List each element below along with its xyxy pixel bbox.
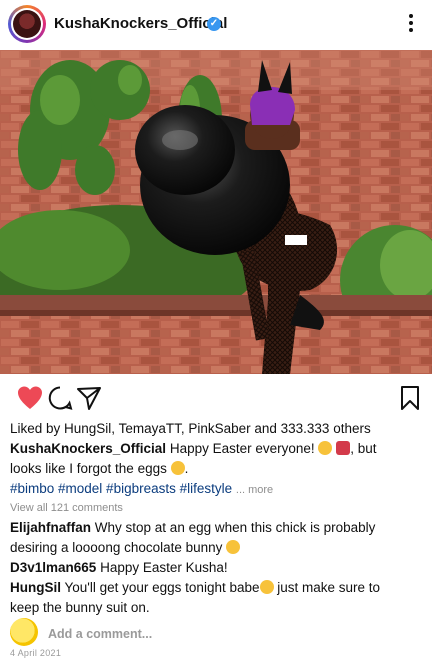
caption-line-1: KushaKnockers_Official Happy Easter ever…: [10, 441, 376, 456]
like-heart-icon[interactable]: [16, 384, 44, 412]
comment-username[interactable]: D3v1lman665: [10, 560, 96, 575]
caption-line-2: looks like I forgot the eggs .: [10, 461, 189, 476]
profile-avatar[interactable]: [8, 5, 46, 43]
post-image[interactable]: [0, 50, 432, 374]
wink-emoji-icon: [259, 580, 274, 594]
caption-text: Happy Easter everyone!: [169, 441, 315, 456]
hashtags-line: #bimbo #model #bigbreasts #lifestyle ...…: [10, 481, 273, 496]
post-header: KushaKnockers_Official ✓: [0, 0, 432, 50]
verified-badge-icon: ✓: [207, 17, 221, 31]
post-username[interactable]: KushaKnockers_Official: [54, 15, 227, 32]
comment-username[interactable]: HungSil: [10, 580, 61, 595]
comment-text: Happy Easter Kusha!: [100, 560, 228, 575]
caption-text-end: , but: [350, 441, 377, 456]
comment-3-line-2: keep the bunny suit on.: [10, 600, 150, 615]
comment-text: You'll get your eggs tonight babe: [64, 580, 260, 595]
likes-summary[interactable]: Liked by HungSil, TemayaTT, PinkSaber an…: [10, 421, 371, 436]
kiss-emoji-icon: [226, 540, 241, 554]
share-send-icon[interactable]: [75, 384, 103, 412]
comment-text: Why stop at an egg when this chick is pr…: [94, 520, 376, 535]
comment-text-2: desiring a loooong chocolate bunny: [10, 540, 223, 555]
add-comment-input[interactable]: Add a comment...: [48, 627, 152, 641]
comment-2: D3v1lman665 Happy Easter Kusha!: [10, 560, 228, 575]
bookmark-icon[interactable]: [396, 384, 424, 412]
sweat-smile-emoji-icon: [170, 461, 185, 475]
post-actions: [0, 384, 432, 414]
hashtags[interactable]: #bimbo #model #bigbreasts #lifestyle: [10, 481, 232, 496]
view-all-comments[interactable]: View all 121 comments: [10, 502, 123, 514]
comment-1-line-2: desiring a loooong chocolate bunny: [10, 540, 241, 555]
comment-text-end: just make sure to: [277, 580, 381, 595]
post-date: 4 April 2021: [10, 648, 62, 658]
more-vertical-icon[interactable]: [408, 12, 414, 34]
caption-username[interactable]: KushaKnockers_Official: [10, 441, 166, 456]
heart-emoji-icon: [336, 441, 351, 455]
comment-username[interactable]: Elijahfnaffan: [10, 520, 91, 535]
grin-emoji-icon: [318, 441, 333, 455]
comment-icon[interactable]: [46, 384, 74, 412]
current-user-avatar: [10, 618, 38, 646]
comment-1-line-1: Elijahfnaffan Why stop at an egg when th…: [10, 520, 375, 535]
comment-3-line-1: HungSil You'll get your eggs tonight bab…: [10, 580, 380, 595]
caption-text-2: looks like I forgot the eggs: [10, 461, 167, 476]
more-link[interactable]: ... more: [236, 484, 273, 496]
